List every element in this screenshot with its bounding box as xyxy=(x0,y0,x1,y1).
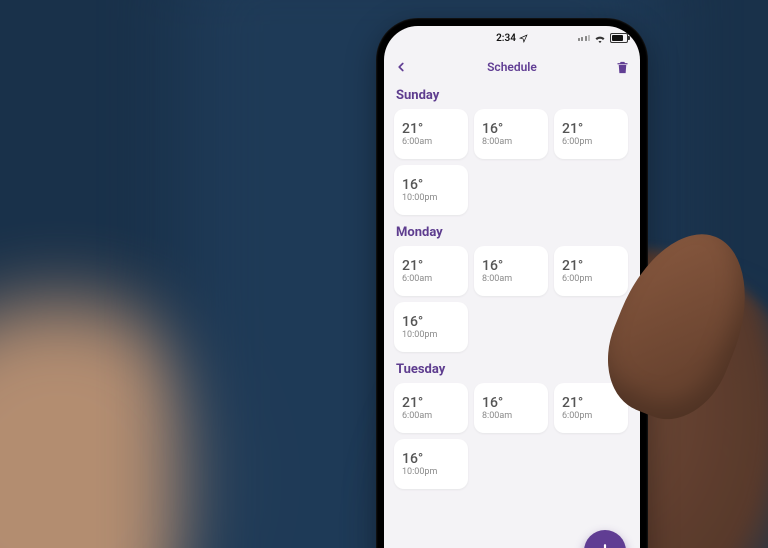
schedule-card[interactable]: 21° 6:00am xyxy=(394,383,468,433)
schedule-temp: 16° xyxy=(402,315,460,329)
wifi-icon xyxy=(594,34,606,43)
schedule-temp: 21° xyxy=(562,259,620,273)
back-button[interactable] xyxy=(394,50,422,84)
schedule-card[interactable]: 16° 8:00am xyxy=(474,109,548,159)
status-time: 2:34 xyxy=(496,33,528,44)
schedule-card[interactable]: 21° 6:00am xyxy=(394,246,468,296)
schedule-temp: 16° xyxy=(402,452,460,466)
photo-backdrop: 2:34 Schedule xyxy=(0,0,768,548)
schedule-card[interactable]: 21° 6:00pm xyxy=(554,383,628,433)
schedule-card[interactable]: 16° 8:00am xyxy=(474,383,548,433)
location-arrow-icon xyxy=(519,34,528,43)
trash-icon xyxy=(615,60,630,75)
phone-screen: 2:34 Schedule xyxy=(384,26,640,548)
status-bar: 2:34 xyxy=(384,26,640,50)
schedule-time: 8:00am xyxy=(482,138,540,147)
schedule-time: 6:00am xyxy=(402,275,460,284)
schedule-time: 6:00am xyxy=(402,412,460,421)
schedule-time: 10:00pm xyxy=(402,468,460,477)
schedule-temp: 21° xyxy=(562,122,620,136)
day-label: Sunday xyxy=(396,88,628,103)
phone-frame: 2:34 Schedule xyxy=(376,18,648,548)
schedule-card[interactable]: 21° 6:00pm xyxy=(554,246,628,296)
schedule-time: 6:00pm xyxy=(562,275,620,284)
schedule-time: 10:00pm xyxy=(402,331,460,340)
schedule-temp: 16° xyxy=(482,122,540,136)
nav-bar: Schedule xyxy=(384,50,640,84)
day-grid: 21° 6:00am 16° 8:00am 21° 6:00pm 16° 10:00pm xyxy=(394,109,630,215)
plus-icon xyxy=(595,541,615,548)
schedule-temp: 21° xyxy=(402,259,460,273)
delete-button[interactable] xyxy=(602,50,630,84)
schedule-card[interactable]: 21° 6:00am xyxy=(394,109,468,159)
cellular-icon xyxy=(578,35,591,41)
schedule-card[interactable]: 16° 10:00pm xyxy=(394,302,468,352)
schedule-time: 8:00am xyxy=(482,275,540,284)
day-label: Monday xyxy=(396,225,628,240)
chevron-left-icon xyxy=(394,60,408,74)
schedule-temp: 21° xyxy=(402,122,460,136)
schedule-time: 6:00pm xyxy=(562,138,620,147)
day-grid: 21° 6:00am 16° 8:00am 21° 6:00pm 16° 10:00pm xyxy=(394,383,630,489)
schedule-temp: 21° xyxy=(402,396,460,410)
schedule-temp: 16° xyxy=(402,178,460,192)
schedule-time: 8:00am xyxy=(482,412,540,421)
day-label: Tuesday xyxy=(396,362,628,377)
schedule-card[interactable]: 16° 10:00pm xyxy=(394,165,468,215)
schedule-time: 6:00am xyxy=(402,138,460,147)
status-time-text: 2:34 xyxy=(496,33,516,44)
nav-title: Schedule xyxy=(487,60,537,74)
schedule-time: 10:00pm xyxy=(402,194,460,203)
schedule-card[interactable]: 16° 10:00pm xyxy=(394,439,468,489)
schedule-temp: 16° xyxy=(482,259,540,273)
battery-icon xyxy=(610,33,628,43)
schedule-temp: 21° xyxy=(562,396,620,410)
day-grid: 21° 6:00am 16° 8:00am 21° 6:00pm 16° 10:00pm xyxy=(394,246,630,352)
status-right xyxy=(578,26,629,50)
schedule-temp: 16° xyxy=(482,396,540,410)
schedule-card[interactable]: 21° 6:00pm xyxy=(554,109,628,159)
schedule-scroll[interactable]: Sunday 21° 6:00am 16° 8:00am 21° 6:00pm 16° 10:0… xyxy=(384,84,640,548)
schedule-time: 6:00pm xyxy=(562,412,620,421)
schedule-card[interactable]: 16° 8:00am xyxy=(474,246,548,296)
